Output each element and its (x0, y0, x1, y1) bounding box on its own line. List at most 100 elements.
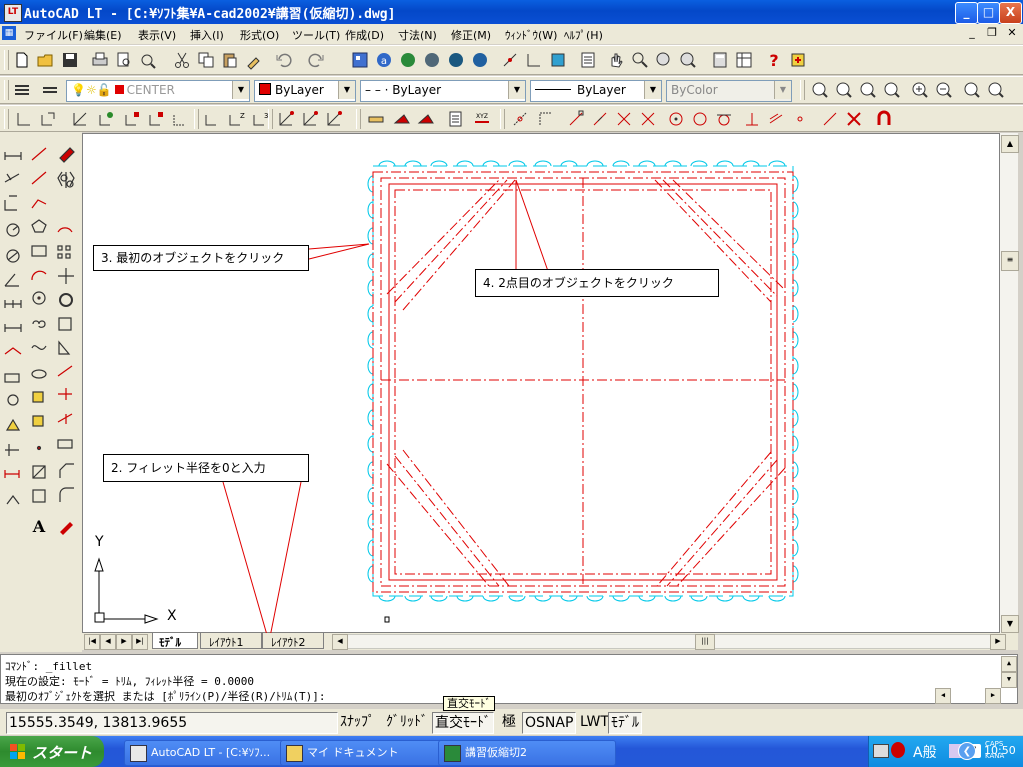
close-button[interactable]: X (999, 2, 1022, 24)
calculator-icon[interactable] (710, 50, 730, 70)
tray-expand-icon[interactable]: ❮ (958, 742, 976, 760)
radius-dimension-icon[interactable] (416, 109, 436, 129)
menu-dimension[interactable]: 寸法(N) (398, 27, 437, 43)
design-center-icon[interactable] (350, 50, 370, 70)
cut-icon[interactable] (172, 50, 192, 70)
zoom-all-icon[interactable] (962, 80, 982, 100)
today-icon[interactable] (398, 50, 418, 70)
doc-close-button[interactable]: ✕ (1005, 26, 1019, 40)
scroll-right-arrow-icon[interactable]: ▶ (990, 634, 1006, 650)
scroll-down-arrow-icon[interactable]: ▼ (1001, 615, 1019, 633)
ime-mode[interactable]: A般 (913, 742, 937, 762)
meetnow-icon[interactable] (446, 50, 466, 70)
snap-quadrant-icon[interactable] (690, 109, 710, 129)
zoom-out-icon[interactable] (934, 80, 954, 100)
tab-layout1[interactable]: ﾚｲｱｳﾄ1 (200, 633, 262, 649)
snap-from-icon[interactable] (536, 109, 556, 129)
menu-modify[interactable]: 修正(M) (451, 27, 491, 43)
zoom-window-icon[interactable] (810, 80, 830, 100)
tool-palettes-icon[interactable] (734, 50, 754, 70)
doc-minimize-button[interactable]: _ (965, 26, 979, 40)
copy-icon[interactable] (196, 50, 216, 70)
object-snap-icon[interactable] (500, 50, 520, 70)
snap-parallel-icon[interactable] (766, 109, 786, 129)
center-mark-icon[interactable] (170, 109, 190, 129)
command-prompt[interactable]: 最初のｵﾌﾞｼﾞｪｸﾄを選択 または [ﾎﾟﾘﾗｲﾝ(P)/半径(R)/ﾄﾘﾑ(… (5, 688, 325, 704)
horizontal-scrollbar[interactable]: ◀ ||| (332, 634, 992, 650)
save-icon[interactable] (60, 50, 80, 70)
title-bar[interactable]: LT AutoCAD LT - [C:¥ｿﾌﾄ集¥A-cad2002¥講習(仮縮… (0, 0, 1023, 24)
drawing-area[interactable]: Y X 3. 最初のオブジェクトをクリック 4. 2点目のオブジェクトをクリック… (82, 133, 1000, 634)
properties-icon[interactable] (578, 50, 598, 70)
lineweight-dropdown[interactable]: ByLayer ▼ (530, 80, 662, 102)
polar-toggle[interactable]: 極 (500, 712, 518, 732)
xyz-icon[interactable]: XYZ (472, 109, 492, 129)
web-icon[interactable]: a (374, 50, 394, 70)
snap-node-icon[interactable] (790, 109, 810, 129)
dimension-update-icon[interactable]: 3 (250, 109, 270, 129)
task-my-documents[interactable]: マイ ドキュメント (280, 740, 458, 766)
menu-view[interactable]: 表示(V) (138, 27, 176, 43)
doc-restore-button[interactable]: ❐ (985, 26, 999, 40)
vertical-scrollbar[interactable]: ▲ ≡ ▼ (1000, 133, 1019, 633)
command-window[interactable]: ｺﾏﾝﾄﾞ: _fillet 現在の設定: ﾓｰﾄﾞ = ﾄﾘﾑ, ﾌｨﾚｯﾄ半… (0, 654, 1018, 704)
hscroll-thumb[interactable]: ||| (695, 634, 715, 650)
zoom-realtime-icon[interactable] (630, 50, 650, 70)
cmd-scroll-left-icon[interactable]: ◀ (935, 688, 951, 704)
zoom-center-icon[interactable] (882, 80, 902, 100)
keyboard-icon[interactable] (873, 744, 889, 758)
publish-icon[interactable] (138, 50, 158, 70)
layer-dropdown[interactable]: 💡☼🔓 CENTER ▼ (66, 80, 250, 102)
snap-perpendicular-icon[interactable] (742, 109, 762, 129)
minimize-button[interactable]: _ (955, 2, 978, 24)
dimension-reassociate-icon[interactable] (324, 109, 344, 129)
dimension-override-icon[interactable] (300, 109, 320, 129)
baseline-dimension-icon[interactable] (70, 109, 90, 129)
continue-dimension-icon[interactable] (96, 109, 116, 129)
print-preview-icon[interactable] (114, 50, 134, 70)
chevron-down-icon[interactable]: ▼ (644, 81, 661, 99)
cmd-scroll-right-icon[interactable]: ▶ (985, 688, 1001, 704)
leader-icon[interactable] (122, 109, 142, 129)
point-a-icon[interactable] (470, 50, 490, 70)
tab-prev-icon[interactable]: ◀ (100, 634, 116, 650)
scroll-up-arrow-icon[interactable]: ▲ (1001, 135, 1019, 153)
color-dropdown[interactable]: ByLayer ▼ (254, 80, 356, 102)
temporary-tracking-icon[interactable] (510, 109, 530, 129)
scroll-left-arrow-icon[interactable]: ◀ (332, 634, 348, 650)
plotstyle-dropdown[interactable]: ByColor ▼ (666, 80, 792, 102)
start-button[interactable]: スタート (0, 736, 104, 767)
dimension-style-icon[interactable] (276, 109, 296, 129)
osnap-settings-icon[interactable] (874, 109, 894, 129)
zoom-in-icon[interactable] (910, 80, 930, 100)
aligned-dimension-icon[interactable] (392, 109, 412, 129)
menu-format[interactable]: 形式(O) (240, 27, 279, 43)
ortho-toggle[interactable]: 直交ﾓｰﾄﾞ (432, 712, 494, 734)
dbconnect-icon[interactable] (422, 50, 442, 70)
menu-insert[interactable]: 挿入(I) (190, 27, 224, 43)
maximize-button[interactable]: □ (977, 2, 1000, 24)
lwt-toggle[interactable]: LWT (578, 712, 611, 732)
autocad-app-icon[interactable]: LT (4, 4, 22, 22)
snap-toggle[interactable]: ｽﾅｯﾌﾟ (338, 712, 377, 732)
quick-dimension-icon[interactable] (38, 109, 58, 129)
menu-draw[interactable]: 作成(D) (345, 27, 384, 43)
new-icon[interactable] (12, 50, 32, 70)
named-views-icon[interactable] (548, 50, 568, 70)
tab-model[interactable]: ﾓﾃﾞﾙ (152, 633, 198, 649)
chevron-down-icon[interactable]: ▼ (232, 81, 249, 99)
cmd-scroll-down-icon[interactable]: ▼ (1001, 672, 1017, 688)
zoom-extents-icon[interactable] (986, 80, 1006, 100)
menu-tools[interactable]: ツール(T) (292, 27, 340, 43)
help-icon[interactable]: ? (764, 50, 784, 70)
text-style-icon[interactable] (446, 109, 466, 129)
linetype-dropdown[interactable]: – – · ByLayer ▼ (360, 80, 526, 102)
coordinates-display[interactable]: 15555.3549, 13813.9655 (6, 712, 338, 734)
osnap-toggle[interactable]: OSNAP (522, 712, 577, 734)
print-icon[interactable] (90, 50, 110, 70)
task-autocad[interactable]: AutoCAD LT - [C:¥ｿﾌ... (124, 740, 302, 766)
menu-edit[interactable]: 編集(E) (84, 27, 122, 43)
chevron-down-icon[interactable]: ▼ (774, 81, 791, 99)
zoom-window-icon[interactable] (654, 50, 674, 70)
undo-icon[interactable] (274, 50, 294, 70)
